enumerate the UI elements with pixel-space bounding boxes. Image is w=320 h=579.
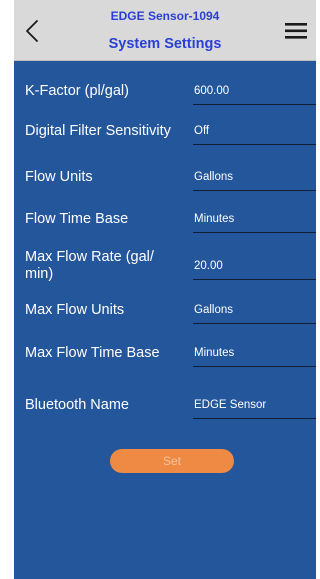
device-name: EDGE Sensor-1094 bbox=[110, 9, 220, 23]
k-factor-input[interactable]: 600.00 bbox=[193, 83, 316, 105]
setting-label: K-Factor (pl/gal) bbox=[25, 83, 129, 99]
setting-label: Flow Units bbox=[25, 169, 93, 185]
app-header: EDGE Sensor-1094 System Settings bbox=[14, 0, 316, 61]
bluetooth-name-input[interactable]: EDGE Sensor bbox=[193, 397, 316, 419]
page-title: System Settings bbox=[108, 36, 222, 52]
max-flow-units-input[interactable]: Gallons bbox=[193, 302, 316, 324]
setting-label: Max Flow Rate (gal/ min) bbox=[25, 249, 154, 282]
max-flow-time-base-input[interactable]: Minutes bbox=[193, 345, 316, 367]
flow-units-input[interactable]: Gallons bbox=[193, 169, 316, 191]
setting-label: Digital Filter Sensitivity bbox=[25, 123, 171, 139]
setting-label: Flow Time Base bbox=[25, 211, 129, 227]
digital-filter-input[interactable]: Off bbox=[193, 123, 316, 145]
hamburger-menu-icon bbox=[285, 23, 307, 39]
flow-time-base-input[interactable]: Minutes bbox=[193, 211, 316, 233]
setting-label: Max Flow Time Base bbox=[25, 345, 160, 361]
set-button[interactable]: Set bbox=[110, 449, 234, 473]
setting-label: Bluetooth Name bbox=[25, 397, 129, 413]
app-screen: EDGE Sensor-1094 System Settings K-Facto… bbox=[14, 0, 316, 579]
max-flow-rate-input[interactable]: 20.00 bbox=[193, 258, 316, 280]
setting-label: Max Flow Units bbox=[25, 302, 125, 318]
menu-button[interactable] bbox=[284, 22, 308, 40]
